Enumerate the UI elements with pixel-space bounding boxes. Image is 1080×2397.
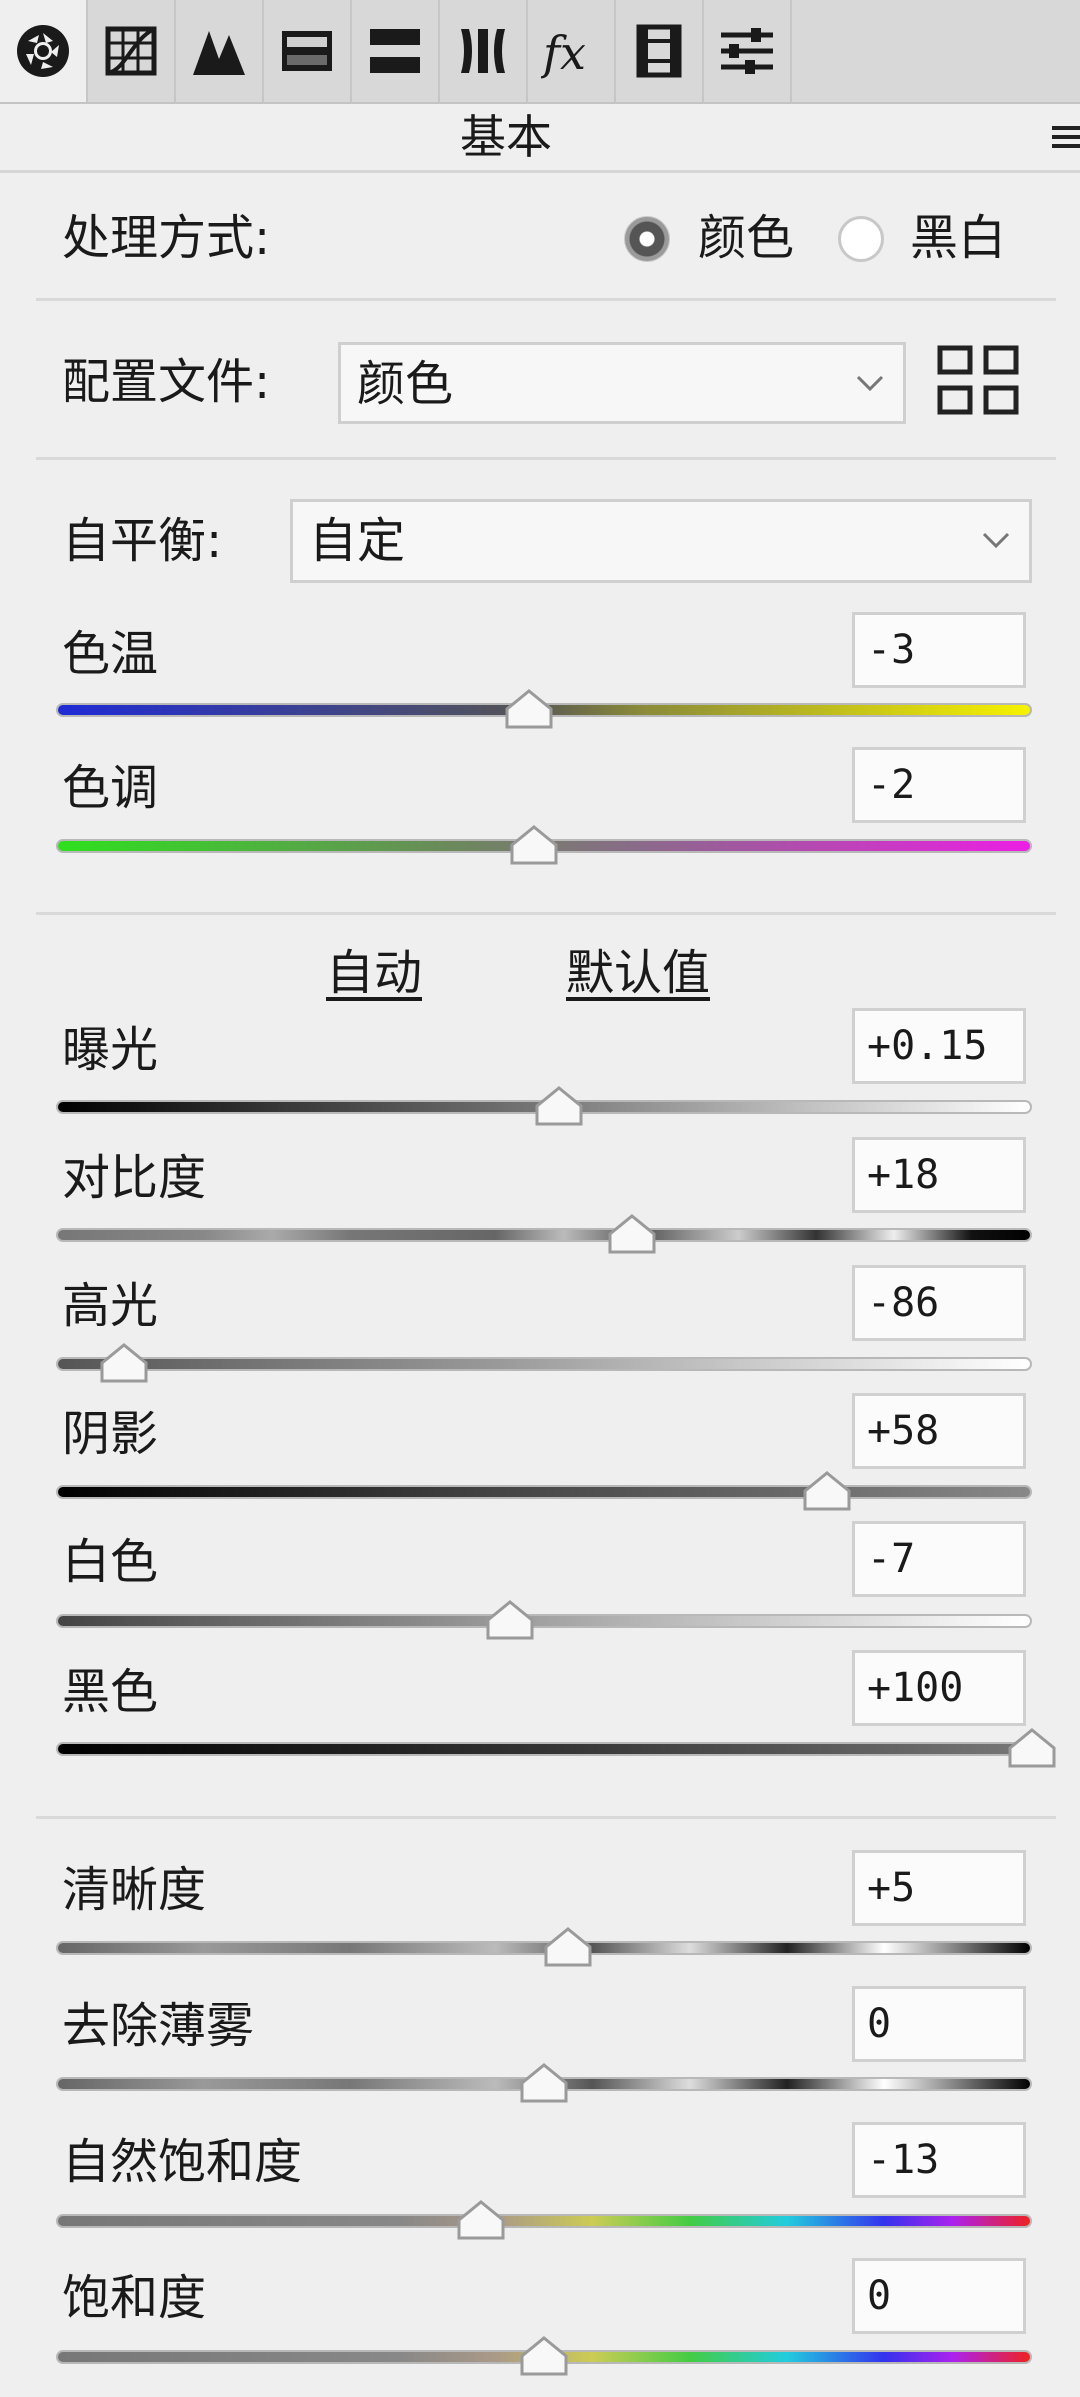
treatment-color-label[interactable]: 颜色	[698, 208, 794, 268]
shadows-label: 阴影	[62, 1406, 159, 1462]
temperature-label: 色温	[62, 626, 159, 682]
auto-button[interactable]: 自动	[326, 943, 422, 1003]
white-balance-value: 自定	[309, 513, 406, 569]
default-button[interactable]: 默认值	[566, 943, 710, 1003]
calibration-icon	[636, 24, 682, 78]
saturation-label: 饱和度	[62, 2270, 207, 2326]
shadows-slider-thumb[interactable]	[803, 1471, 851, 1511]
blacks-slider-thumb[interactable]	[1008, 1728, 1056, 1768]
profile-value: 颜色	[357, 356, 454, 412]
panel-toolbar: fx	[0, 0, 1080, 104]
vibrance-label: 自然饱和度	[62, 2134, 303, 2190]
dehaze-value-field[interactable]: 0	[852, 1986, 1026, 2062]
clarity-value-field[interactable]: +5	[852, 1850, 1026, 1926]
vibrance-value-field[interactable]: -13	[852, 2122, 1026, 2198]
divider	[36, 298, 1056, 301]
temperature-value-field[interactable]: -3	[852, 612, 1026, 688]
chevron-down-icon	[856, 375, 884, 392]
tool-lens-corrections[interactable]	[440, 0, 528, 102]
contrast-slider-track[interactable]	[56, 1228, 1032, 1242]
effects-icon: fx	[541, 26, 586, 80]
hsl-icon	[282, 31, 332, 71]
tint-label: 色调	[62, 760, 159, 816]
contrast-label: 对比度	[62, 1150, 207, 1206]
white-balance-label: 自平衡:	[62, 513, 223, 569]
shadows-slider-track[interactable]	[56, 1485, 1032, 1499]
split-toning-icon	[370, 29, 420, 73]
vibrance-slider-track[interactable]	[56, 2214, 1032, 2228]
highlights-value-field[interactable]: -86	[852, 1265, 1026, 1341]
profile-dropdown[interactable]: 颜色	[338, 342, 906, 424]
highlights-slider-track[interactable]	[56, 1357, 1032, 1371]
aperture-icon	[17, 25, 69, 77]
treatment-color-radio[interactable]	[624, 216, 670, 262]
highlights-label: 高光	[62, 1278, 159, 1334]
tool-hsl[interactable]	[264, 0, 352, 102]
blacks-slider-track[interactable]	[56, 1742, 1032, 1756]
tool-presets[interactable]	[704, 0, 792, 102]
exposure-value-field[interactable]: +0.15	[852, 1008, 1026, 1084]
whites-label: 白色	[62, 1534, 159, 1590]
whites-value-field[interactable]: -7	[852, 1521, 1026, 1597]
saturation-slider-thumb[interactable]	[520, 2336, 568, 2376]
profile-label: 配置文件:	[62, 354, 271, 410]
treatment-bw-radio[interactable]	[838, 216, 884, 262]
whites-slider-thumb[interactable]	[486, 1600, 534, 1640]
panel-title: 基本	[460, 110, 552, 164]
divider	[36, 912, 1056, 915]
vibrance-slider-thumb[interactable]	[457, 2200, 505, 2240]
tone-curve-icon	[105, 26, 157, 76]
tint-slider-thumb[interactable]	[510, 825, 558, 865]
exposure-slider-thumb[interactable]	[535, 1086, 583, 1126]
panel-header: 基本	[0, 104, 1080, 173]
blacks-label: 黑色	[62, 1664, 159, 1720]
shadows-value-field[interactable]: +58	[852, 1393, 1026, 1469]
saturation-value-field[interactable]: 0	[852, 2258, 1026, 2334]
dehaze-label: 去除薄雾	[62, 1998, 255, 2054]
panel-menu-icon[interactable]	[1050, 120, 1080, 154]
divider	[36, 457, 1056, 460]
presets-icon	[721, 28, 773, 74]
tool-effects[interactable]: fx	[528, 0, 616, 102]
chevron-down-icon	[982, 532, 1010, 549]
treatment-label: 处理方式:	[62, 210, 271, 266]
tool-tone-curve[interactable]	[88, 0, 176, 102]
tool-calibration[interactable]	[616, 0, 704, 102]
blacks-value-field[interactable]: +100	[852, 1650, 1026, 1726]
highlights-slider-thumb[interactable]	[100, 1343, 148, 1383]
exposure-label: 曝光	[62, 1022, 159, 1078]
white-balance-dropdown[interactable]: 自定	[290, 499, 1032, 583]
svg-text:fx: fx	[541, 26, 586, 80]
profile-browser-grid-icon[interactable]	[936, 344, 1020, 416]
dehaze-slider-thumb[interactable]	[520, 2063, 568, 2103]
tool-basic[interactable]	[0, 0, 88, 102]
lens-corrections-icon	[461, 29, 505, 73]
detail-icon	[193, 31, 245, 75]
divider	[36, 1816, 1056, 1819]
tool-split-toning[interactable]	[352, 0, 440, 102]
clarity-label: 清晰度	[62, 1862, 207, 1918]
whites-slider-track[interactable]	[56, 1614, 1032, 1628]
clarity-slider-thumb[interactable]	[544, 1927, 592, 1967]
treatment-bw-label[interactable]: 黑白	[910, 208, 1006, 268]
contrast-value-field[interactable]: +18	[852, 1137, 1026, 1213]
tool-detail[interactable]	[176, 0, 264, 102]
contrast-slider-thumb[interactable]	[608, 1214, 656, 1254]
temperature-slider-thumb[interactable]	[505, 689, 553, 729]
tint-value-field[interactable]: -2	[852, 747, 1026, 823]
